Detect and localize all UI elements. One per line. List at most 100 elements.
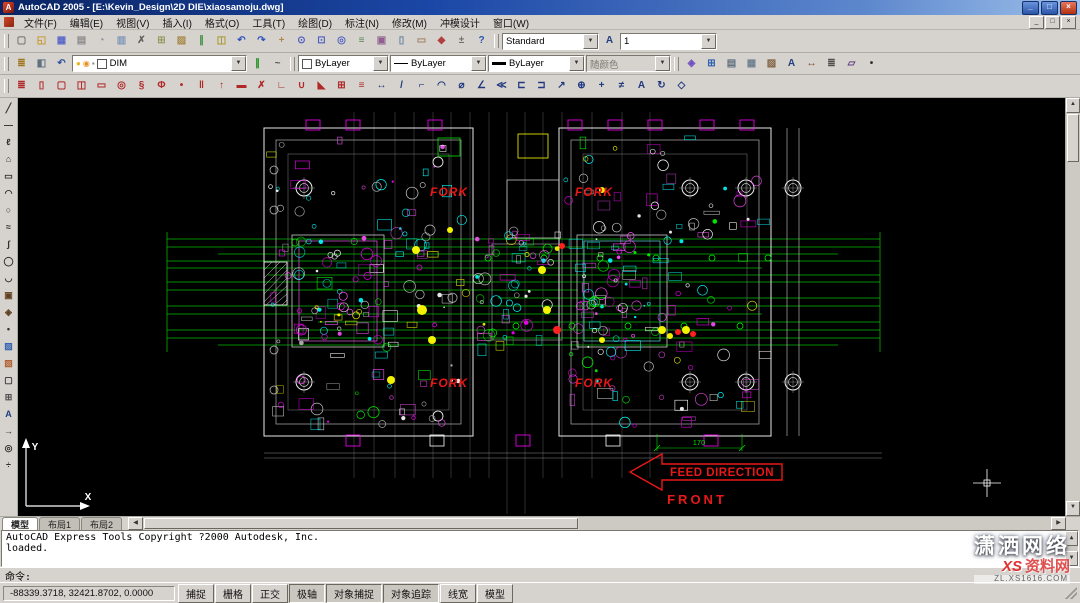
text-style-combo[interactable]: Standard ▼: [502, 33, 599, 50]
plot-icon[interactable]: ▤: [72, 33, 91, 50]
divide-icon[interactable]: ÷: [0, 457, 17, 473]
mold-strip-layout-icon[interactable]: ≣: [12, 78, 31, 95]
mold-stripper-icon[interactable]: ▬: [232, 78, 251, 95]
mold-forming-icon[interactable]: ∪: [292, 78, 311, 95]
mold-dowel-icon[interactable]: •: [172, 78, 191, 95]
point-icon[interactable]: •: [0, 321, 17, 337]
pan-icon[interactable]: +: [272, 33, 291, 50]
text-edit-icon[interactable]: A: [782, 55, 801, 72]
ellipse-arc-icon[interactable]: ◡: [0, 270, 17, 286]
ellipse-icon[interactable]: ◯: [0, 253, 17, 269]
diameter-dimension-icon[interactable]: ⌀: [452, 78, 471, 95]
aligned-dimension-icon[interactable]: /: [392, 78, 411, 95]
die-design-menu[interactable]: 冲模设计: [434, 15, 486, 30]
insert-block-2-icon[interactable]: ▣: [0, 287, 17, 303]
qnew-icon[interactable]: ▢: [12, 33, 31, 50]
distance-icon[interactable]: ↔: [802, 55, 821, 72]
toolbar-grip[interactable]: [494, 34, 499, 48]
toolbar-grip[interactable]: [290, 57, 295, 71]
gradient-icon[interactable]: ▧: [0, 355, 17, 371]
otrack-toggle[interactable]: 对象追踪: [383, 584, 439, 603]
horizontal-scroll-track[interactable]: [579, 517, 1052, 530]
chevron-down-icon[interactable]: ▼: [701, 34, 716, 49]
file-menu[interactable]: 文件(F): [18, 15, 63, 30]
toolbar-grip[interactable]: [4, 34, 9, 48]
zoom-window-icon[interactable]: ⊡: [312, 33, 331, 50]
design-center-icon[interactable]: ▣: [372, 33, 391, 50]
restore-button[interactable]: □: [1041, 1, 1058, 15]
construction-line-icon[interactable]: —: [0, 117, 17, 133]
mold-plate-icon[interactable]: ▭: [92, 78, 111, 95]
doc-close-button[interactable]: ×: [1061, 16, 1076, 29]
dim-style-combo[interactable]: 1 ▼: [620, 33, 717, 50]
horizontal-scrollbar[interactable]: ◀ ▶: [128, 517, 1066, 530]
id-point-icon[interactable]: •: [862, 55, 881, 72]
quick-leader-icon[interactable]: ↗: [552, 78, 571, 95]
block-editor-icon[interactable]: ◫: [212, 33, 231, 50]
layer-previous-icon[interactable]: ↶: [52, 55, 71, 72]
scroll-left-icon[interactable]: ◀: [128, 517, 143, 530]
make-block-2-icon[interactable]: ◈: [0, 304, 17, 320]
toolbar-grip[interactable]: [4, 57, 9, 71]
toolbar-grip[interactable]: [4, 79, 9, 93]
mold-bom-icon[interactable]: ≡: [352, 78, 371, 95]
format-menu[interactable]: 格式(O): [199, 15, 245, 30]
window-menu[interactable]: 窗口(W): [487, 15, 535, 30]
osnap-toggle[interactable]: 对象捕捉: [326, 584, 382, 603]
layout1-tab[interactable]: 布局1: [39, 517, 80, 531]
image-attach-icon[interactable]: ▦: [742, 55, 761, 72]
linetype-scale-icon[interactable]: ~: [268, 55, 287, 72]
command-history-window[interactable]: AutoCAD Express Tools Copyright ?2000 Au…: [1, 530, 1079, 567]
dimension-edit-icon[interactable]: ≠: [612, 78, 631, 95]
chevron-down-icon[interactable]: ▼: [373, 56, 388, 71]
revision-cloud-icon[interactable]: ≈: [0, 219, 17, 235]
undo-icon[interactable]: ↶: [232, 33, 251, 50]
tool-palettes-icon[interactable]: ▯: [392, 33, 411, 50]
dimension-menu[interactable]: 标注(N): [339, 15, 385, 30]
radius-dimension-icon[interactable]: ◠: [432, 78, 451, 95]
dimension-update-icon[interactable]: ↻: [652, 78, 671, 95]
multiline-text-icon[interactable]: A: [0, 406, 17, 422]
layer-properties-manager-icon[interactable]: ≣: [12, 55, 31, 72]
rectangle-icon[interactable]: ▭: [0, 168, 17, 184]
lineweight-combo[interactable]: ByLayer ▼: [488, 55, 585, 72]
arc-icon[interactable]: ◠: [0, 185, 17, 201]
circle-icon[interactable]: ○: [0, 202, 17, 218]
model-tab[interactable]: 模型: [2, 517, 38, 531]
mold-pilot-icon[interactable]: ◎: [112, 78, 131, 95]
command-prompt-line[interactable]: 命令:: [0, 567, 1080, 582]
quick-calc-icon[interactable]: ±: [452, 33, 471, 50]
tolerance-icon[interactable]: ⊕: [572, 78, 591, 95]
chevron-down-icon[interactable]: ▼: [583, 34, 598, 49]
zoom-previous-icon[interactable]: ◎: [332, 33, 351, 50]
mold-cutting-icon[interactable]: ✗: [252, 78, 271, 95]
ray-icon[interactable]: →: [0, 423, 17, 439]
publish-icon[interactable]: ▥: [112, 33, 131, 50]
resize-grip[interactable]: [1065, 587, 1077, 599]
redo-icon[interactable]: ↷: [252, 33, 271, 50]
external-reference-icon[interactable]: ▤: [722, 55, 741, 72]
doc-restore-button[interactable]: □: [1045, 16, 1060, 29]
scroll-up-icon[interactable]: ▲: [1065, 531, 1078, 546]
vertical-scrollbar[interactable]: ▲ ▼: [1065, 98, 1080, 516]
linetype-combo[interactable]: ByLayer ▼: [390, 55, 487, 72]
snap-toggle[interactable]: 捕捉: [178, 584, 214, 603]
ordinate-dimension-icon[interactable]: ⌐: [412, 78, 431, 95]
model-toggle[interactable]: 模型: [477, 584, 513, 603]
minimize-button[interactable]: _: [1022, 1, 1039, 15]
view-menu[interactable]: 视图(V): [110, 15, 155, 30]
edit-menu[interactable]: 编辑(E): [64, 15, 109, 30]
open-icon[interactable]: ◱: [32, 33, 51, 50]
dimension-style-icon[interactable]: ◇: [672, 78, 691, 95]
help-icon[interactable]: ?: [472, 33, 491, 50]
chevron-down-icon[interactable]: ▼: [231, 56, 246, 71]
donut-icon[interactable]: ◎: [0, 440, 17, 456]
scroll-down-icon[interactable]: ▼: [1065, 551, 1078, 566]
color-combo[interactable]: ByLayer ▼: [298, 55, 389, 72]
polygon-icon[interactable]: ⌂: [0, 151, 17, 167]
properties-icon[interactable]: ≡: [352, 33, 371, 50]
layer-states-icon[interactable]: ◧: [32, 55, 51, 72]
layer-combo[interactable]: ● ◉ ▪ DIM ▼: [72, 55, 247, 72]
continue-dimension-icon[interactable]: ⊐: [532, 78, 551, 95]
mold-guide-post-icon[interactable]: ‖: [192, 78, 211, 95]
